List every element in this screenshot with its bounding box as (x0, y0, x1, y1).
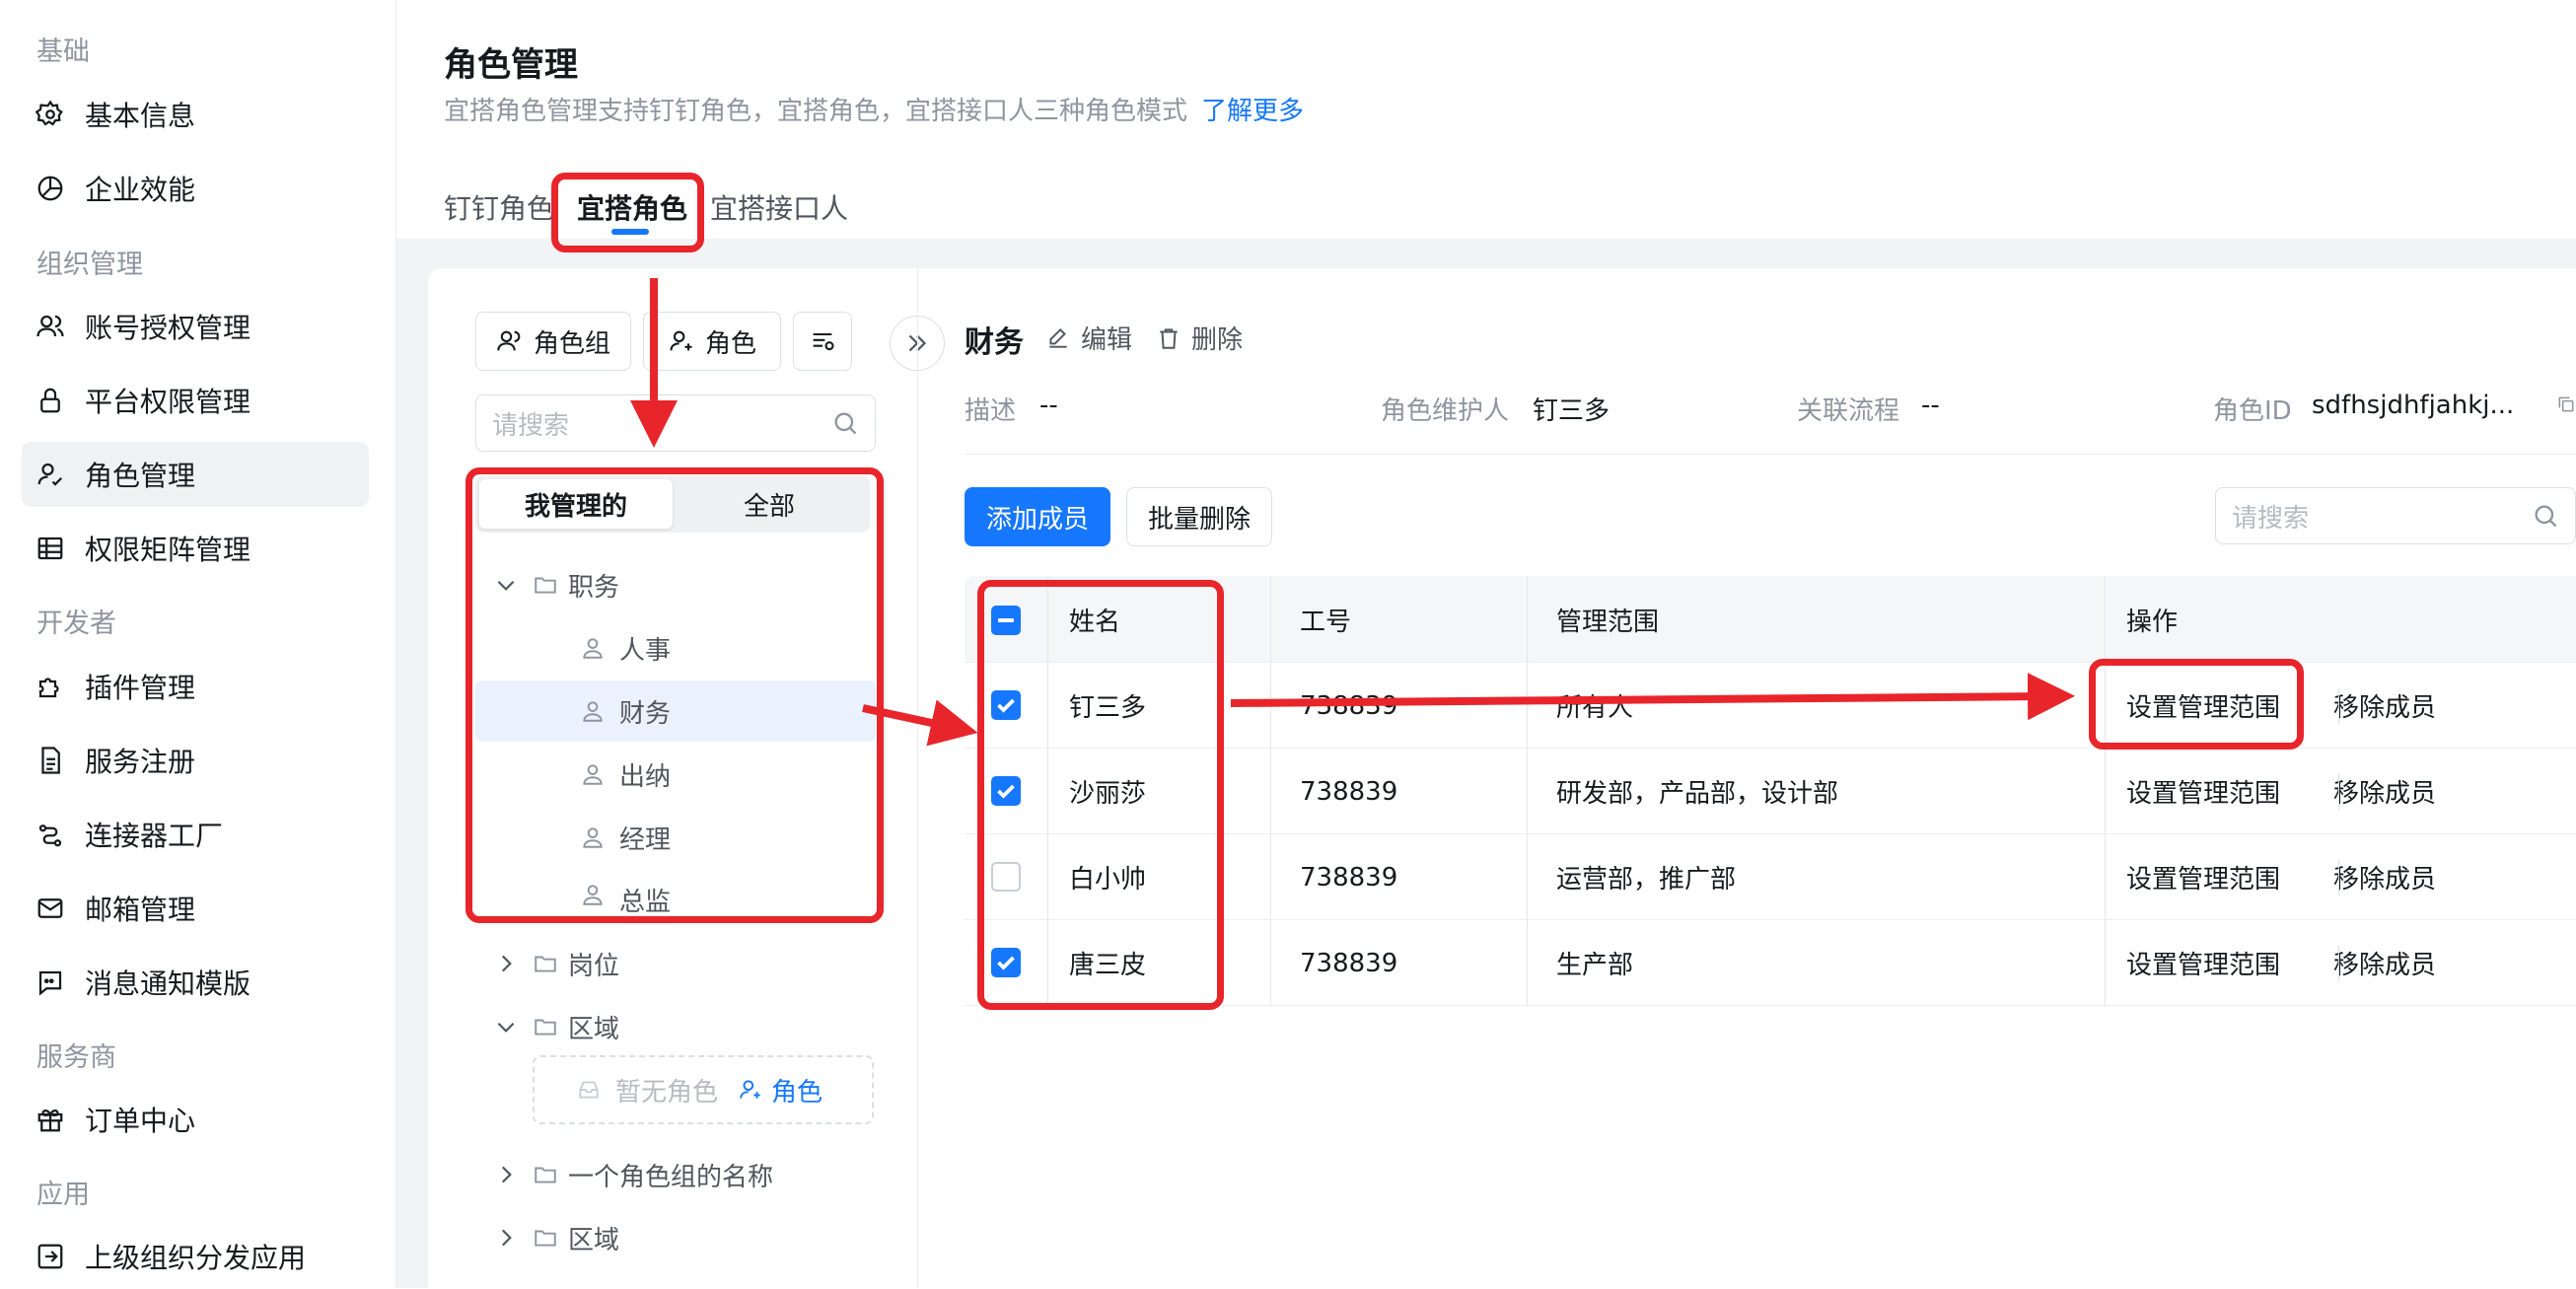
arrow-row-to-action (1230, 673, 2075, 721)
arrow-tree-to-table (862, 699, 978, 747)
annotation-arrows (630, 278, 2075, 747)
